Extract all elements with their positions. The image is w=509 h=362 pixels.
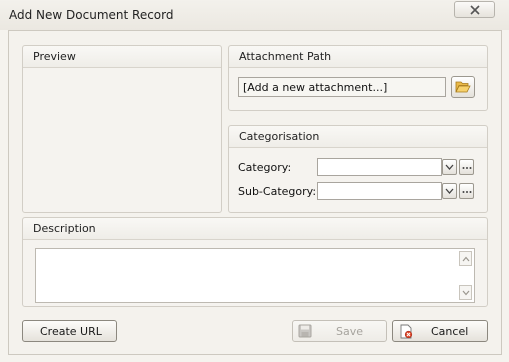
description-title: Description [33, 222, 96, 235]
cancel-button[interactable]: Cancel [392, 320, 488, 342]
attachment-path-field[interactable]: [Add a new attachment...] [238, 77, 446, 97]
cancel-icon [400, 324, 413, 339]
attachment-header: Attachment Path [229, 46, 487, 68]
category-dropdown-button[interactable] [442, 159, 457, 175]
browse-attachment-button[interactable] [451, 76, 475, 98]
category-label: Category: [238, 161, 292, 174]
chevron-down-icon [445, 164, 454, 170]
attachment-title: Attachment Path [239, 50, 332, 63]
categorisation-header: Categorisation [229, 126, 487, 148]
preview-header: Preview [23, 46, 221, 68]
folder-open-icon [455, 81, 471, 93]
category-select[interactable] [317, 158, 442, 176]
preview-panel: Preview [22, 45, 222, 213]
title-bar: Add New Document Record [0, 0, 509, 30]
categorisation-title: Categorisation [239, 130, 320, 143]
subcategory-select[interactable] [317, 182, 442, 200]
create-url-label: Create URL [40, 325, 102, 338]
cancel-label: Cancel [431, 325, 469, 338]
save-icon [298, 324, 312, 338]
description-header: Description [23, 218, 487, 240]
subcategory-more-button[interactable] [459, 183, 474, 199]
window-title: Add New Document Record [9, 8, 174, 22]
categorisation-panel: Categorisation Category: Sub-Category: [228, 125, 488, 213]
close-icon [470, 5, 480, 15]
create-url-button[interactable]: Create URL [22, 320, 117, 342]
save-label: Save [336, 325, 364, 338]
category-more-button[interactable] [459, 159, 474, 175]
chevron-down-icon [462, 290, 470, 296]
save-button[interactable]: Save [292, 320, 387, 342]
close-button[interactable] [454, 1, 495, 18]
chevron-down-icon [445, 188, 454, 194]
ellipsis-icon [462, 191, 472, 193]
description-textarea[interactable] [35, 248, 475, 303]
attachment-panel: Attachment Path [Add a new attachment...… [228, 45, 488, 111]
chevron-up-icon [462, 256, 470, 262]
dialog-body: Preview Attachment Path [Add a new attac… [8, 30, 502, 355]
subcategory-label: Sub-Category: [238, 185, 317, 198]
preview-title: Preview [33, 50, 76, 63]
description-panel: Description [22, 217, 488, 307]
ellipsis-icon [462, 167, 472, 169]
subcategory-dropdown-button[interactable] [442, 183, 457, 199]
scroll-up-button[interactable] [459, 251, 472, 266]
scroll-down-button[interactable] [459, 285, 472, 300]
